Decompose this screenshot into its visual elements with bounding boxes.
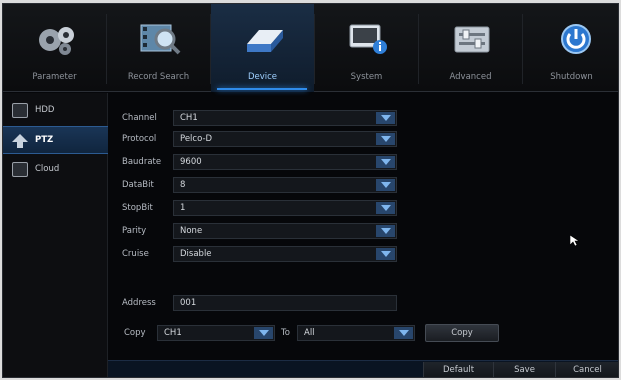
chevron-down-icon [376,202,395,214]
chevron-down-icon [376,156,395,168]
chevron-down-icon [254,327,273,339]
dvr-settings-screen: Parameter Record Search Device System Ad… [2,3,619,378]
cruise-label: Cruise [122,249,149,259]
nav-shutdown[interactable]: Shutdown [523,4,618,92]
databit-value: 8 [180,180,186,190]
magnifier-film-icon [140,24,181,55]
cruise-value: Disable [180,249,212,259]
stopbit-label: StopBit [122,203,153,213]
copy-to-label: To [281,328,290,338]
baudrate-select[interactable]: 9600 [173,154,397,170]
nav-label: Device [247,72,278,82]
databit-label: DataBit [122,180,154,190]
protocol-value: Pelco-D [180,134,213,144]
save-button[interactable]: Save [493,362,555,377]
sidebar-item-hdd[interactable]: HDD [3,97,108,125]
cloud-icon [12,162,28,177]
nav-label: System [350,72,383,82]
parity-select[interactable]: None [173,223,397,239]
copy-button[interactable]: Copy [425,324,499,342]
chevron-down-icon [376,225,395,237]
power-icon [561,24,591,54]
chevron-down-icon [376,179,395,191]
protocol-select[interactable]: Pelco-D [173,131,397,147]
sidebar: HDD PTZ Cloud [3,93,108,377]
channel-label: Channel [122,113,157,123]
monitor-info-icon [349,24,387,54]
chevron-down-icon [376,248,395,260]
address-label: Address [122,298,156,308]
parity-label: Parity [122,226,147,236]
nav-system[interactable]: System [315,4,418,92]
nav-label: Parameter [32,72,77,82]
databit-select[interactable]: 8 [173,177,397,193]
cancel-button[interactable]: Cancel [555,362,618,377]
address-input[interactable]: 001 [173,295,397,311]
mouse-pointer-icon [570,235,580,247]
sidebar-item-label: HDD [35,105,55,115]
stopbit-value: 1 [180,203,186,213]
copy-label: Copy [124,328,146,338]
ptz-arrow-icon [12,134,28,148]
sidebar-item-ptz[interactable]: PTZ [3,126,108,154]
cruise-select[interactable]: Disable [173,246,397,262]
gears-icon [39,27,74,55]
stopbit-select[interactable]: 1 [173,200,397,216]
parity-value: None [180,226,203,236]
channel-select[interactable]: CH1 [173,110,397,126]
copy-to-select[interactable]: All [297,325,415,341]
nav-device[interactable]: Device [211,4,314,92]
copy-from-value: CH1 [164,328,182,338]
channel-value: CH1 [180,113,198,123]
baudrate-label: Baudrate [122,157,162,167]
sliders-icon [454,26,490,53]
protocol-label: Protocol [122,134,157,144]
address-value: 001 [180,298,197,308]
hdd-icon [12,103,28,118]
chevron-down-icon [376,133,395,145]
copy-to-value: All [304,328,315,338]
nav-record-search[interactable]: Record Search [107,4,210,92]
nav-label: Advanced [449,72,492,82]
nav-advanced[interactable]: Advanced [419,4,522,92]
sidebar-item-label: PTZ [35,135,54,145]
sidebar-item-label: Cloud [35,164,60,174]
copy-from-select[interactable]: CH1 [157,325,275,341]
top-navigation: Parameter Record Search Device System Ad… [3,4,618,92]
nav-label: Shutdown [550,72,593,82]
nav-parameter[interactable]: Parameter [3,4,106,92]
chevron-down-icon [376,112,395,124]
default-button[interactable]: Default [423,362,493,377]
hard-drive-icon [247,30,283,52]
nav-label: Record Search [127,72,190,82]
sidebar-item-cloud[interactable]: Cloud [3,156,108,184]
chevron-down-icon [394,327,413,339]
baudrate-value: 9600 [180,157,202,167]
